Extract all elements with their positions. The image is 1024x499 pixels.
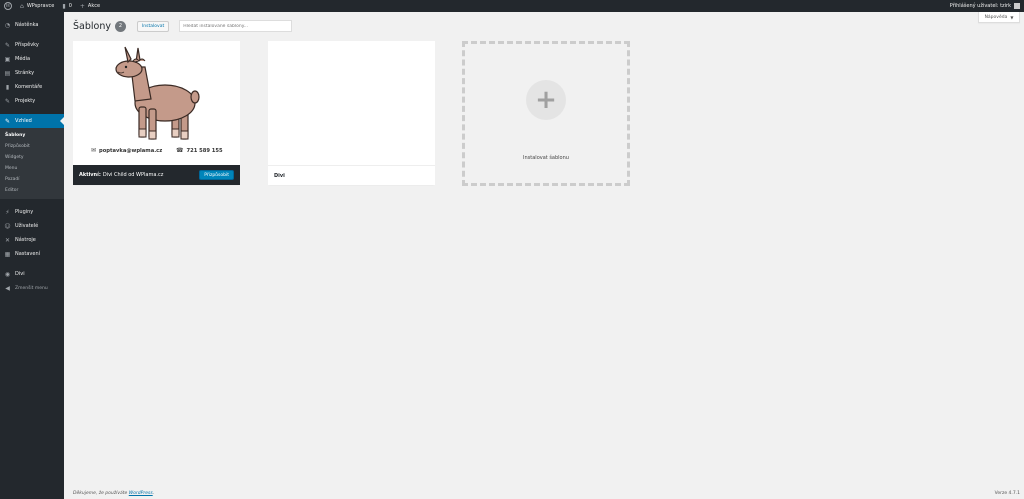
chevron-down-icon: ▼ bbox=[1010, 14, 1014, 20]
comments-link[interactable]: ▮ 0 bbox=[58, 0, 76, 12]
sidebar-item-comments[interactable]: ▮ Komentáře bbox=[0, 80, 64, 94]
sidebar-item-label: Divi bbox=[15, 271, 25, 277]
add-new-theme-label: Instalovat šablonu bbox=[523, 155, 569, 161]
comments-count: 0 bbox=[68, 3, 72, 9]
sidebar-item-plugins[interactable]: ⚡ Pluginy bbox=[0, 205, 64, 219]
sidebar-item-appearance[interactable]: ✎ Vzhled bbox=[0, 114, 64, 128]
submenu-item-background[interactable]: Pozadí bbox=[0, 174, 64, 185]
active-prefix: Aktivní: bbox=[79, 172, 101, 178]
dashboard-icon: ◔ bbox=[4, 21, 11, 29]
sidebar-item-tools[interactable]: ✕ Nástroje bbox=[0, 233, 64, 247]
my-account-menu[interactable]: Přihlášený uživatel: tzirk bbox=[950, 3, 1024, 9]
wordpress-link[interactable]: WordPress bbox=[129, 491, 153, 496]
submenu-item-widgets[interactable]: Widgety bbox=[0, 152, 64, 163]
add-new-theme-card[interactable]: + Instalovat šablonu bbox=[462, 41, 630, 186]
plus-icon: + bbox=[526, 80, 566, 120]
submenu-item-menus[interactable]: Menu bbox=[0, 163, 64, 174]
avatar bbox=[1014, 3, 1020, 9]
sidebar-item-pages[interactable]: ▤ Stránky bbox=[0, 66, 64, 80]
sidebar-item-media[interactable]: ▣ Média bbox=[0, 52, 64, 66]
envelope-icon: ✉ bbox=[91, 147, 97, 154]
divi-icon: ◉ bbox=[4, 270, 11, 278]
sidebar-item-label: Příspěvky bbox=[15, 42, 39, 48]
comments-icon: ▮ bbox=[5, 83, 10, 91]
account-label: Přihlášený uživatel: tzirk bbox=[949, 3, 1011, 9]
submenu-item-customize[interactable]: Přizpůsobit bbox=[0, 141, 64, 152]
media-icon: ▣ bbox=[4, 55, 11, 63]
admin-sidebar: ◔ Nástěnka ✎ Příspěvky ▣ Média ▤ Stránky… bbox=[0, 12, 64, 499]
theme-count-badge: 2 bbox=[114, 20, 126, 32]
sidebar-item-users[interactable]: ☺ Uživatelé bbox=[0, 219, 64, 233]
site-name-link[interactable]: ⌂ WPspravce bbox=[16, 0, 58, 12]
sidebar-item-label: Pluginy bbox=[15, 209, 34, 215]
theme-screenshot: ✉ poptavka@wplama.cz ☎ 721 589 155 bbox=[73, 41, 240, 165]
comment-icon: ▮ bbox=[62, 2, 66, 10]
footer-thanks: Děkujeme, že používáte WordPress. bbox=[73, 491, 154, 496]
sidebar-item-divi[interactable]: ◉ Divi bbox=[0, 267, 64, 281]
contact-phone: ☎ 721 589 155 bbox=[176, 147, 223, 154]
contact-email-text: poptavka@wplama.cz bbox=[99, 147, 163, 154]
install-theme-button[interactable]: Instalovat bbox=[136, 20, 170, 32]
appearance-icon: ✎ bbox=[4, 117, 11, 125]
help-tab-label: Nápověda bbox=[984, 14, 1008, 20]
theme-name-bar: Aktivní: Divi Child od WPlama.cz Přizpůs… bbox=[73, 165, 240, 185]
divi-logo-letter: D bbox=[331, 73, 372, 133]
plus-icon: + bbox=[79, 2, 85, 10]
contact-phone-text: 721 589 155 bbox=[186, 147, 223, 154]
sidebar-item-label: Nástroje bbox=[15, 237, 36, 243]
sidebar-item-label: Vzhled bbox=[15, 118, 32, 124]
theme-screenshot: D bbox=[268, 41, 435, 165]
sidebar-item-label: Nastavení bbox=[15, 251, 41, 257]
wp-logo-menu[interactable]: W bbox=[0, 0, 16, 12]
pin-icon: ✎ bbox=[4, 97, 11, 105]
contact-email: ✉ poptavka@wplama.cz bbox=[91, 147, 162, 154]
admin-bar: W ⌂ WPspravce ▮ 0 + Akce Přihlášený uživ… bbox=[0, 0, 1024, 12]
appearance-submenu: Šablony Přizpůsobit Widgety Menu Pozadí … bbox=[0, 128, 64, 199]
sidebar-item-label: Projekty bbox=[15, 98, 36, 104]
main-content: Nápověda ▼ Šablony 2 Instalovat Hledat i… bbox=[64, 12, 1024, 499]
search-input[interactable] bbox=[179, 20, 293, 32]
sidebar-item-label: Média bbox=[15, 56, 31, 62]
sidebar-item-label: Komentáře bbox=[15, 84, 43, 90]
collapse-menu-button[interactable]: ◀ Zmenšit menu bbox=[0, 281, 64, 295]
submenu-item-editor[interactable]: Editor bbox=[0, 185, 64, 196]
site-name: WPspravce bbox=[26, 3, 55, 9]
theme-name: Divi bbox=[274, 172, 285, 179]
sidebar-item-dashboard[interactable]: ◔ Nástěnka bbox=[0, 18, 64, 32]
pages-icon: ▤ bbox=[4, 69, 11, 77]
help-tab-button[interactable]: Nápověda ▼ bbox=[978, 12, 1020, 23]
home-icon: ⌂ bbox=[20, 2, 24, 10]
sidebar-item-label: Uživatelé bbox=[15, 223, 39, 229]
footer-thanks-suffix: . bbox=[152, 491, 155, 496]
sidebar-item-label: Stránky bbox=[15, 70, 35, 76]
theme-card-active[interactable]: ✉ poptavka@wplama.cz ☎ 721 589 155 Aktiv… bbox=[73, 41, 240, 185]
plugins-icon: ⚡ bbox=[5, 208, 10, 216]
theme-name-bar: Divi bbox=[268, 165, 435, 185]
theme-card-divi[interactable]: D Divi bbox=[268, 41, 435, 185]
phone-icon: ☎ bbox=[176, 147, 184, 154]
pin-icon: ✎ bbox=[4, 41, 11, 49]
theme-name: Divi Child od WPlama.cz bbox=[102, 172, 164, 178]
users-icon: ☺ bbox=[4, 222, 11, 230]
customize-button[interactable]: Přizpůsobit bbox=[199, 170, 234, 180]
new-content-menu[interactable]: + Akce bbox=[76, 0, 104, 12]
sidebar-item-settings[interactable]: ▦ Nastavení bbox=[0, 247, 64, 261]
page-title: Šablony bbox=[73, 20, 111, 32]
sidebar-item-label: Nástěnka bbox=[15, 22, 39, 28]
sidebar-item-posts[interactable]: ✎ Příspěvky bbox=[0, 38, 64, 52]
settings-icon: ▦ bbox=[4, 250, 11, 258]
divi-logo: D bbox=[308, 60, 395, 146]
footer-thanks-prefix: Děkujeme, že používáte bbox=[73, 491, 129, 496]
new-content-label: Akce bbox=[87, 3, 101, 9]
page-header: Šablony 2 Instalovat bbox=[73, 20, 293, 32]
tools-icon: ✕ bbox=[4, 236, 11, 244]
collapse-menu-label: Zmenšit menu bbox=[15, 285, 48, 291]
footer-version: Verze 4.7.1 bbox=[994, 491, 1020, 496]
collapse-icon: ◀ bbox=[5, 284, 10, 292]
wordpress-logo-icon: W bbox=[4, 2, 12, 10]
sidebar-item-projects[interactable]: ✎ Projekty bbox=[0, 94, 64, 108]
submenu-item-themes[interactable]: Šablony bbox=[0, 130, 64, 141]
